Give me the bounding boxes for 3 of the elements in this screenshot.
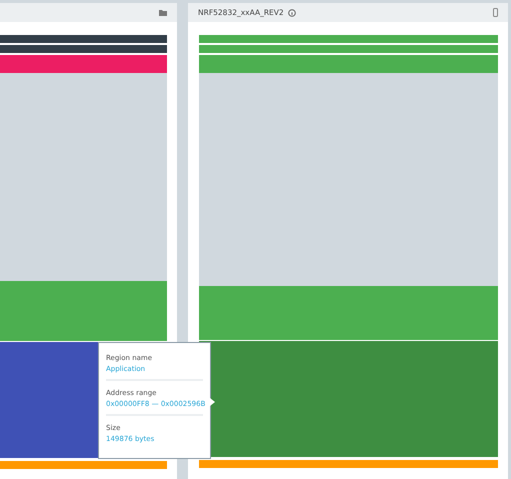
device-icon[interactable] xyxy=(493,8,498,17)
info-icon[interactable] xyxy=(288,8,296,16)
folder-icon[interactable] xyxy=(159,10,167,16)
